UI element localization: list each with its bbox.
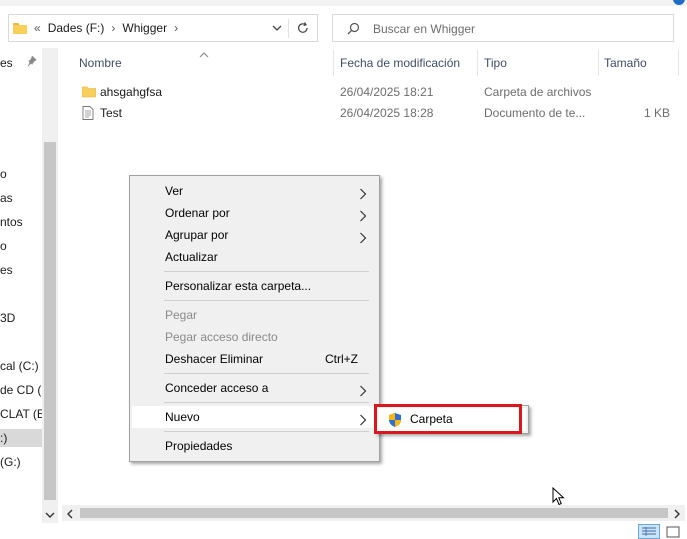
file-name[interactable]: ahsgahgfsa [100,85,162,99]
pin-icon[interactable] [26,55,38,70]
menu-item-agrupar-por[interactable]: Agrupar por [132,224,377,246]
column-header-type[interactable]: Tipo [484,54,507,72]
folder-icon [13,22,27,34]
menu-item-pegar-acceso-directo: Pegar acceso directo [132,326,377,348]
column-header-size[interactable]: Tamaño [604,54,647,72]
menu-item-shortcut: Ctrl+Z [325,352,358,366]
breadcrumb-folder[interactable]: Whigger [122,21,167,35]
menu-item-nuevo[interactable]: Nuevo [132,406,377,428]
horizontal-scrollbar-thumb[interactable] [80,508,668,518]
nav-item[interactable]: 3D [0,309,42,327]
menu-item-personalizar[interactable]: Personalizar esta carpeta... [132,275,377,297]
nav-item-drive-c[interactable]: cal (C:) [0,357,42,375]
address-divider [288,19,289,38]
menu-item-label: Actualizar [165,250,218,264]
file-row[interactable]: Test 26/04/2025 18:28 Documento de te...… [78,103,678,123]
nav-item[interactable]: o [0,237,42,255]
column-header-modified[interactable]: Fecha de modificación [340,54,460,72]
context-menu: Ver Ordenar por Agrupar por Actualizar P… [129,175,380,462]
file-modified: 26/04/2025 18:28 [340,106,434,120]
nav-item-drive-d[interactable]: de CD (D [0,381,42,399]
nav-scrollbar-thumb[interactable] [44,142,56,500]
menu-item-label: Conceder acceso a [165,381,269,395]
annotation-highlight-box [374,404,522,434]
menu-item-propiedades[interactable]: Propiedades [132,435,377,457]
column-divider[interactable] [477,50,478,76]
nav-item[interactable]: ntos [0,213,42,231]
menu-item-actualizar[interactable]: Actualizar [132,246,377,268]
chevron-right-icon [359,411,367,433]
menu-item-label: Ver [165,184,184,198]
nav-scrollbar[interactable] [42,48,58,523]
menu-item-label: Pegar acceso directo [165,330,278,344]
scroll-left-icon[interactable] [66,508,74,522]
search-icon [345,21,361,40]
window-top-strip [0,0,687,6]
mouse-cursor-icon [552,486,566,510]
nav-item-drive-e[interactable]: CLAT (E: [0,405,42,423]
menu-item-conceder-acceso[interactable]: Conceder acceso a [132,377,377,399]
folder-icon [81,85,97,101]
file-name[interactable]: Test [100,106,122,120]
file-type: Documento de te... [484,106,586,120]
nav-item-drive-f[interactable]: :) [0,429,42,447]
column-divider[interactable] [333,50,334,76]
menu-separator [164,300,369,301]
search-input[interactable]: Buscar en Whigger [373,22,475,36]
menu-item-pegar: Pegar [132,304,377,326]
nav-item[interactable]: as [0,189,42,207]
address-bar[interactable]: « Dades (F:) › Whigger › [8,14,318,42]
file-row[interactable]: ahsgahgfsa 26/04/2025 18:21 Carpeta de a… [78,82,678,102]
menu-item-label: Agrupar por [165,228,229,242]
text-file-icon [82,106,94,123]
file-size: 1 KB [643,106,670,120]
column-divider[interactable] [598,50,599,76]
menu-item-label: Nuevo [165,410,200,424]
menu-item-deshacer-eliminar[interactable]: Deshacer Eliminar Ctrl+Z [132,348,377,370]
nav-item-drive-g[interactable]: (G:) [0,453,42,471]
sort-ascending-icon [199,47,209,61]
nav-item[interactable]: es [0,261,42,279]
column-header-name[interactable]: Nombre [79,54,122,72]
menu-separator [164,373,369,374]
nav-item[interactable]: o [0,165,42,183]
menu-item-label: Propiedades [165,439,233,453]
back-chevrons[interactable]: « [34,21,41,35]
scroll-right-icon[interactable] [673,508,681,522]
menu-separator [164,402,369,403]
scroll-down-icon[interactable] [45,508,55,522]
search-box[interactable]: Buscar en Whigger [332,14,674,42]
file-modified: 26/04/2025 18:21 [340,85,434,99]
refresh-icon[interactable] [295,20,311,36]
menu-separator [164,431,369,432]
menu-item-label: Deshacer Eliminar [165,352,264,366]
breadcrumb-separator-end[interactable]: › [174,21,178,35]
large-icons-view-icon[interactable] [664,525,682,539]
menu-item-ordenar-por[interactable]: Ordenar por [132,202,377,224]
menu-item-label: Ordenar por [165,206,230,220]
chevron-down-icon[interactable] [271,21,283,35]
column-divider[interactable] [678,50,679,76]
horizontal-scrollbar[interactable] [62,505,685,521]
menu-separator [164,271,369,272]
breadcrumb-separator[interactable]: › [111,21,115,35]
details-view-icon[interactable] [638,524,660,539]
breadcrumb-drive[interactable]: Dades (F:) [48,21,105,35]
menu-item-label: Pegar [165,308,198,322]
chevron-right-icon [359,382,367,404]
menu-item-ver[interactable]: Ver [132,180,377,202]
file-type: Carpeta de archivos [484,85,592,99]
menu-item-label: Personalizar esta carpeta... [165,279,312,293]
help-icon[interactable] [673,0,685,5]
